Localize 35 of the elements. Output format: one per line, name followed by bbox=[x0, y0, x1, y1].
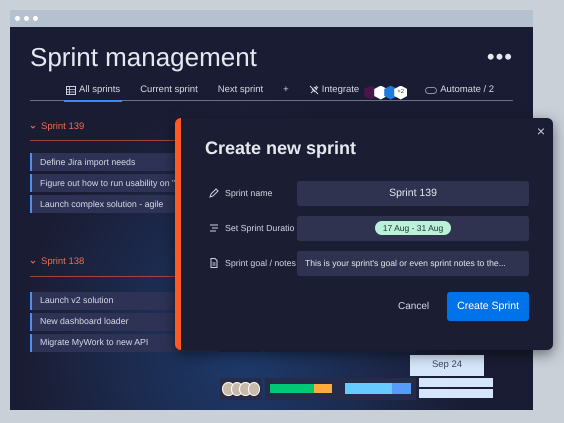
table-icon bbox=[66, 86, 76, 94]
window-dot bbox=[15, 16, 20, 21]
document-icon bbox=[209, 258, 219, 268]
notes-field[interactable]: This is your sprint's goal or even sprint notes to the... bbox=[297, 250, 529, 276]
window-dot bbox=[24, 16, 29, 21]
add-tab-button[interactable]: + bbox=[281, 82, 291, 102]
create-sprint-button[interactable]: Create Sprint bbox=[447, 292, 529, 322]
board-title: Sprint management bbox=[30, 41, 257, 73]
view-tab[interactable]: Next sprint bbox=[216, 82, 266, 102]
close-button[interactable]: × bbox=[536, 124, 545, 138]
field-label: Sprint goal / notes bbox=[225, 256, 296, 270]
integrate-button[interactable]: Integrate bbox=[306, 82, 362, 102]
duration-field[interactable]: 17 Aug - 31 Aug bbox=[297, 216, 529, 241]
automate-button[interactable]: Automate / 2 bbox=[423, 82, 496, 102]
cancel-button[interactable]: Cancel bbox=[392, 298, 436, 315]
chevron-icon bbox=[30, 259, 36, 266]
app-logo-icon bbox=[364, 86, 378, 100]
field-label: Sprint name bbox=[225, 186, 272, 200]
name-field[interactable]: Sprint 139 bbox=[297, 180, 529, 206]
pencil-icon bbox=[209, 188, 219, 198]
more-menu-button[interactable]: ••• bbox=[486, 52, 513, 62]
status-bar-drawing bbox=[345, 383, 411, 394]
chevron-icon bbox=[30, 124, 36, 130]
date-range-pill: 17 Aug - 31 Aug bbox=[374, 220, 452, 236]
field-label: Set Sprint Duratio bbox=[225, 222, 294, 235]
app-logo-icon bbox=[384, 86, 398, 100]
status-bar-drawing bbox=[270, 384, 332, 393]
app-logo-icon bbox=[374, 86, 388, 100]
lines-icon bbox=[209, 223, 219, 234]
view-tab[interactable]: Current sprint bbox=[138, 82, 200, 102]
avatar-icon bbox=[248, 382, 260, 396]
date-chip: Sep 24 bbox=[410, 354, 484, 376]
window-dot bbox=[33, 16, 38, 21]
toggle-icon bbox=[425, 86, 438, 94]
view-tab[interactable]: All sprints bbox=[64, 82, 122, 102]
